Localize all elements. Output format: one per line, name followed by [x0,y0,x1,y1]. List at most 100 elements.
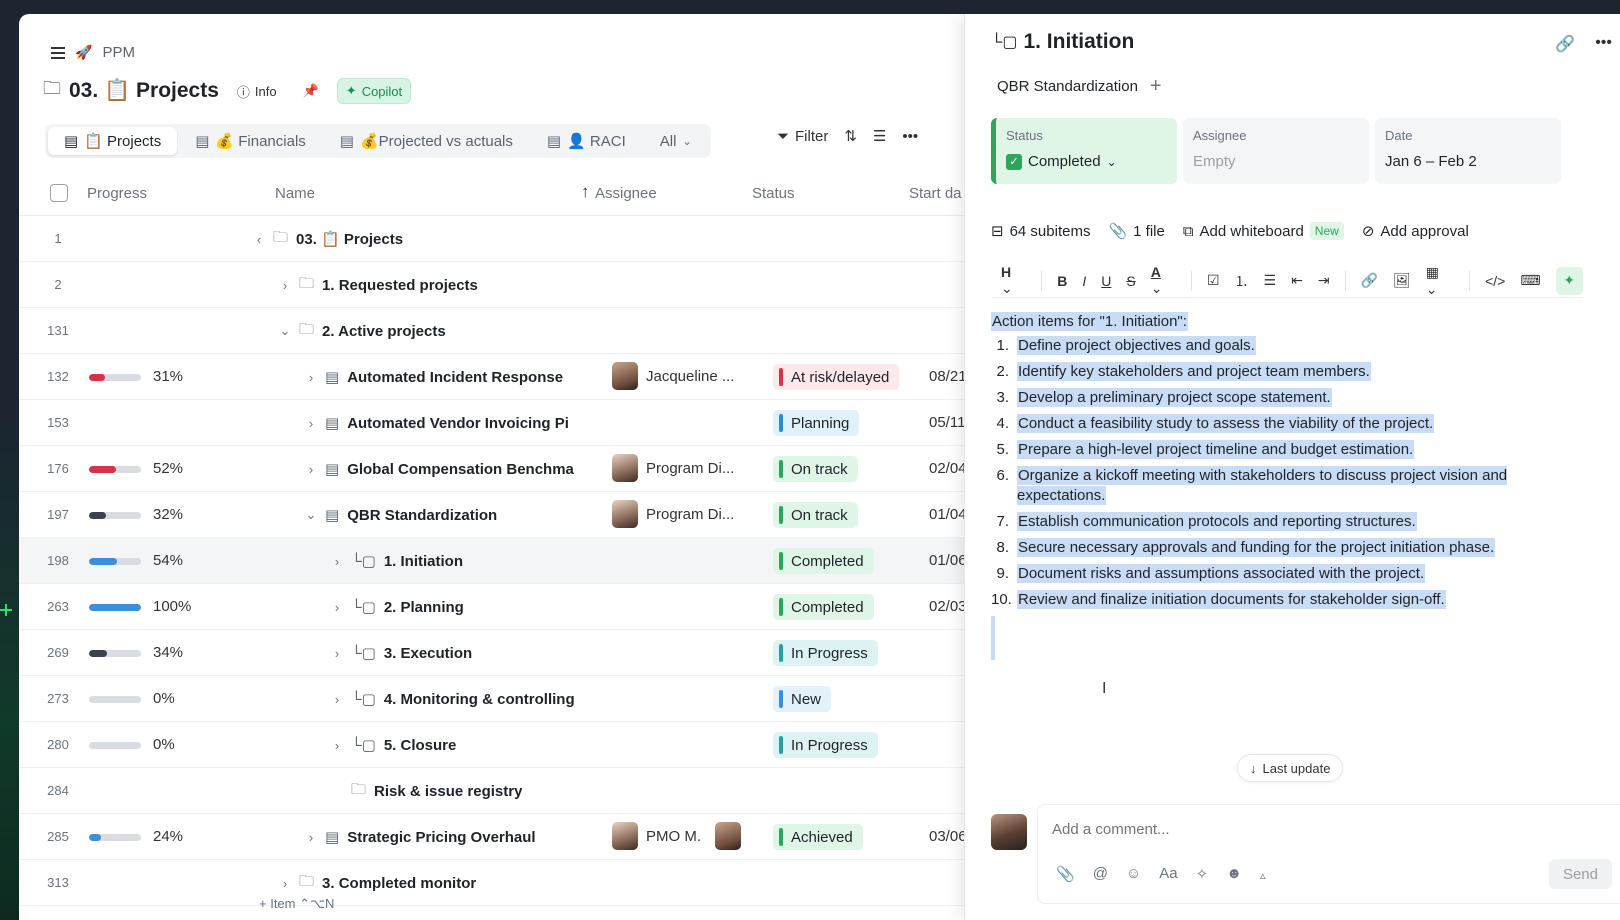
status-badge[interactable]: In Progress [773,640,878,666]
chevron-right-icon[interactable]: › [331,554,343,569]
row-name[interactable]: 4. Monitoring & controlling [384,691,575,708]
indent-button[interactable]: ⇥ [1318,272,1330,289]
row-name[interactable]: 2. Planning [384,599,464,616]
table-row[interactable]: 313 › 🗀 3. Completed monitor [19,860,997,906]
date-field-value[interactable]: Jan 6 – Feb 2 [1385,153,1551,170]
start-date[interactable]: 02/04 [929,460,967,477]
sort-arrow-icon[interactable]: ↑ [581,182,590,202]
chevron-right-icon[interactable]: › [305,462,317,477]
attach-icon[interactable]: 📎 [1056,865,1075,883]
group-button[interactable]: ☰ [873,127,886,145]
col-assignee[interactable]: Assignee [595,185,657,202]
chevron-right-icon[interactable]: › [331,600,343,615]
assignee-field[interactable]: Assignee Empty [1183,118,1369,184]
sort-button[interactable]: ⇅ [844,127,857,145]
row-name[interactable]: 3. Completed monitor [322,875,476,892]
bot-icon[interactable]: ☻ [1226,865,1242,883]
table-row[interactable]: 2 › 🗀 1. Requested projects [19,262,997,308]
bullet-list-button[interactable]: ☰ [1264,272,1277,289]
status-field-value[interactable]: ✓ Completed ⌄ [1006,153,1167,170]
table-row[interactable]: 176 52% › ▤ Global Compensation Benchma … [19,446,997,492]
view-select[interactable]: All ⌄ [644,127,708,155]
table-row[interactable]: 273 0% › └▢ 4. Monitoring & controlling … [19,676,997,722]
chevron-right-icon[interactable]: › [331,646,343,661]
subitems-link[interactable]: ⊟ 64 subitems [991,222,1090,241]
underline-button[interactable]: U [1101,273,1111,289]
status-badge[interactable]: On track [773,502,858,528]
last-update-button[interactable]: ↓ Last update [1237,754,1344,782]
files-link[interactable]: 📎 1 file [1108,222,1164,241]
document-body[interactable]: Action items for "1. Initiation": 1. Defi… [991,312,1591,660]
embed-button[interactable]: ⌨ [1520,272,1540,289]
table-row[interactable]: 131 ⌄ 🗀 2. Active projects [19,308,997,354]
chevron-right-icon[interactable]: › [305,830,317,845]
row-name[interactable]: 3. Execution [384,645,472,662]
assignee-cell[interactable]: Program Di... [612,454,734,482]
table-button[interactable]: ▦ ⌄ [1426,264,1454,298]
chevron-down-icon[interactable]: ⌄ [279,323,291,339]
caret-up-icon[interactable]: ▵ [1260,865,1266,883]
status-badge[interactable]: Completed [773,548,874,574]
bold-button[interactable]: B [1057,273,1067,289]
link-button[interactable]: 🔗 [1361,272,1378,289]
row-name[interactable]: Strategic Pricing Overhaul [347,829,535,846]
status-badge[interactable]: Completed [773,594,874,620]
table-row[interactable]: 132 31% › ▤ Automated Incident Response … [19,354,997,400]
select-all-checkbox[interactable] [50,184,68,202]
table-row[interactable]: 285 24% › ▤ Strategic Pricing Overhaul P… [19,814,997,860]
filter-button[interactable]: ⏷ Filter [777,128,828,145]
col-start-date[interactable]: Start da [909,185,962,202]
assignee-cell[interactable]: Program Di... [612,500,734,528]
strikethrough-button[interactable]: S [1126,273,1135,289]
more-icon[interactable]: ••• [1595,34,1612,54]
link-icon[interactable]: 🔗 [1555,34,1575,54]
status-badge[interactable]: In Progress [773,732,878,758]
add-whiteboard-button[interactable]: ⧉ Add whiteboard New [1183,222,1344,240]
comment-input[interactable] [1052,821,1512,838]
chevron-right-icon[interactable]: › [331,738,343,753]
table-row[interactable]: 284 🗀 Risk & issue registry [19,768,997,814]
send-button[interactable]: Send [1548,859,1612,889]
status-badge[interactable]: At risk/delayed [773,364,900,390]
row-name[interactable]: 2. Active projects [322,323,446,340]
status-badge[interactable]: New [773,686,832,712]
assignee-cell[interactable]: PMO M. [612,822,741,850]
assignee-field-value[interactable]: Empty [1193,153,1359,170]
pin-button[interactable]: 📌 [295,79,327,103]
plus-icon[interactable]: + [1150,75,1162,98]
table-row[interactable]: 153 › ▤ Automated Vendor Invoicing Pi Pl… [19,400,997,446]
outdent-button[interactable]: ⇤ [1291,272,1303,289]
tab-raci[interactable]: ▤ 👤 RACI [531,127,642,155]
start-date[interactable]: 01/04 [929,506,967,523]
tab-projected-vs-actuals[interactable]: ▤ 💰Projected vs actuals [324,127,529,155]
tab-financials[interactable]: ▤ 💰 Financials [179,127,322,155]
italic-button[interactable]: I [1082,273,1086,289]
table-row[interactable]: 198 54% › └▢ 1. Initiation Completed 01/… [19,538,997,584]
row-name[interactable]: Risk & issue registry [374,783,522,800]
row-name[interactable]: Automated Incident Response [347,369,563,386]
status-badge[interactable]: Achieved [773,824,863,850]
table-row[interactable]: 280 0% › └▢ 5. Closure In Progress [19,722,997,768]
date-field[interactable]: Date Jan 6 – Feb 2 [1375,118,1561,184]
add-item-hint[interactable]: + Item ⌃⌥N [259,896,334,912]
chevron-right-icon[interactable]: › [279,278,291,293]
row-name[interactable]: QBR Standardization [347,507,497,524]
status-field[interactable]: Status ✓ Completed ⌄ [991,118,1177,184]
checklist-button[interactable]: ☑ [1207,272,1220,289]
col-name[interactable]: Name [275,185,315,202]
row-name[interactable]: 1. Requested projects [322,277,478,294]
menu-icon[interactable] [51,46,65,59]
row-name[interactable]: 03. 📋 Projects [296,230,403,248]
status-badge[interactable]: On track [773,456,858,482]
table-row[interactable]: 263 100% › └▢ 2. Planning Completed 02/0… [19,584,997,630]
chevron-right-icon[interactable]: › [279,876,291,891]
col-status[interactable]: Status [752,185,795,202]
heading-button[interactable]: H ⌄ [1001,264,1026,297]
row-name[interactable]: Automated Vendor Invoicing Pi [347,415,569,432]
table-row[interactable]: 269 34% › └▢ 3. Execution In Progress [19,630,997,676]
row-name[interactable]: 1. Initiation [384,553,463,570]
chevron-right-icon[interactable]: › [331,692,343,707]
ai-icon[interactable]: ✧ [1196,865,1209,883]
assignee-cell[interactable]: Jacqueline ... [612,362,734,390]
panel-title-text[interactable]: 1. Initiation [1023,30,1134,54]
